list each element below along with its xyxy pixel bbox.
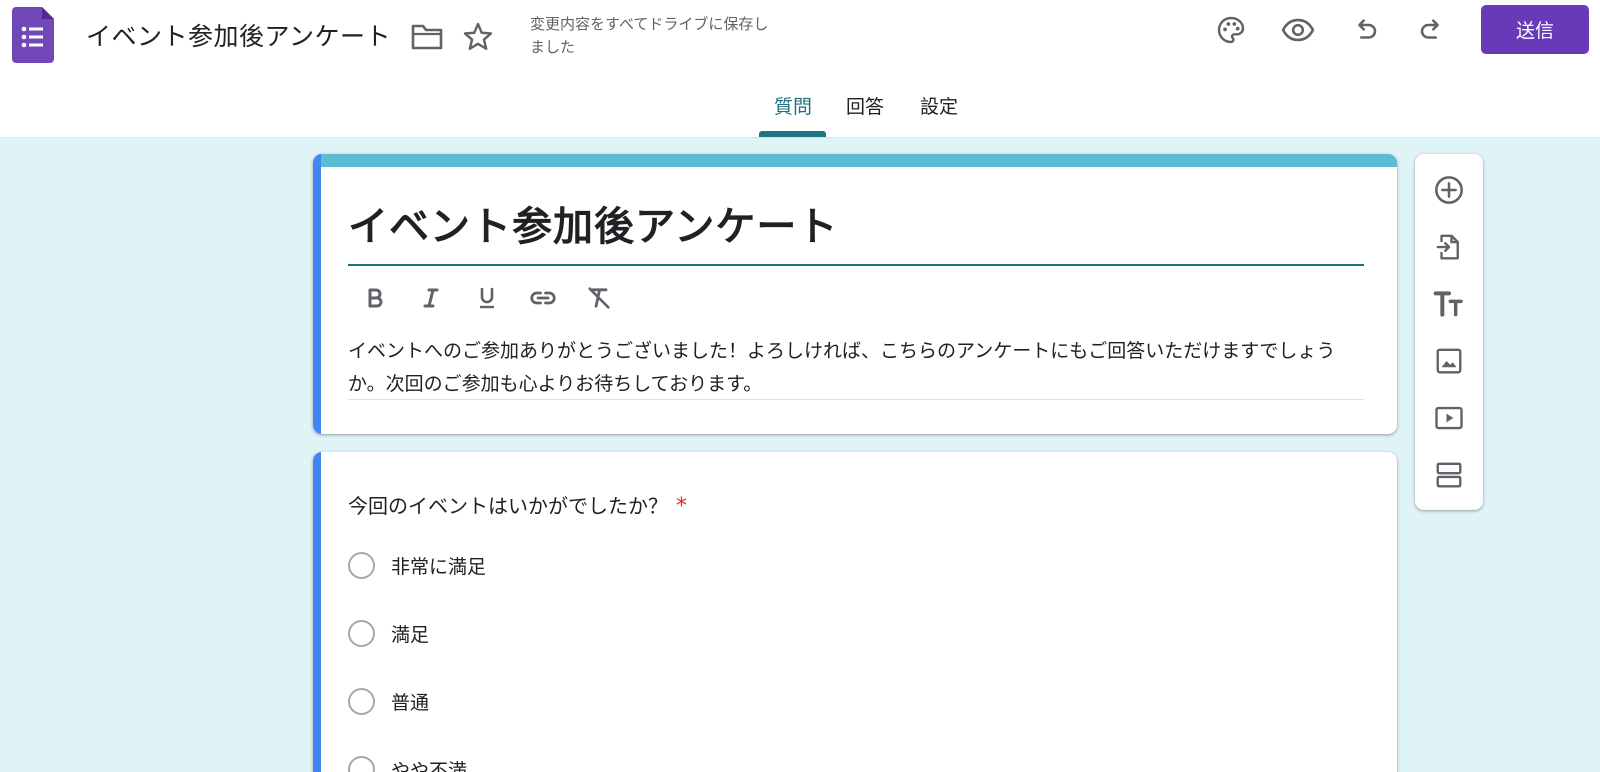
bold-icon[interactable] (353, 276, 397, 320)
text-icon[interactable] (1429, 284, 1469, 324)
document-title[interactable]: イベント参加後アンケート (86, 17, 391, 53)
active-tab-indicator (759, 131, 826, 137)
save-status: 変更内容をすべてドライブに保存しました (530, 15, 769, 56)
radio-button[interactable] (348, 619, 375, 647)
form-title-input[interactable]: イベント参加後アンケート (348, 194, 838, 252)
add-circle-icon[interactable] (1429, 170, 1469, 210)
link-icon[interactable] (521, 276, 565, 320)
video-icon[interactable] (1429, 398, 1469, 438)
palette-icon[interactable] (1213, 12, 1249, 48)
tab-responses[interactable]: 回答 (840, 92, 890, 138)
required-mark: * (676, 494, 687, 519)
title-underline (348, 264, 1364, 266)
side-toolbar (1415, 154, 1483, 510)
focus-indicator (313, 154, 321, 434)
form-header-card[interactable]: イベント参加後アンケート イベントへのご参加ありがとうございました！よろしければ… (313, 154, 1397, 434)
import-icon[interactable] (1429, 227, 1469, 267)
option-label: やや不満 (391, 759, 468, 772)
eye-icon[interactable] (1280, 12, 1316, 48)
italic-icon[interactable] (409, 276, 453, 320)
forms-logo-icon[interactable] (12, 7, 54, 63)
option-label: 非常に満足 (391, 555, 487, 578)
option-label: 普通 (391, 691, 430, 714)
section-icon[interactable] (1429, 455, 1469, 495)
send-button[interactable]: 送信 (1481, 5, 1589, 54)
question-indicator (313, 452, 321, 772)
image-icon[interactable] (1429, 341, 1469, 381)
description-underline (348, 399, 1364, 400)
redo-icon[interactable] (1414, 12, 1450, 48)
option-label: 満足 (391, 623, 430, 646)
radio-button[interactable] (348, 755, 375, 772)
question-card[interactable]: 今回のイベントはいかがでしたか？ * 非常に満足 満足 普通 やや不満 (313, 452, 1397, 772)
theme-stripe (313, 154, 1397, 167)
tab-settings[interactable]: 設定 (914, 92, 964, 138)
question-title-text: 今回のイベントはいかがでしたか？ (348, 494, 668, 518)
star-icon[interactable] (461, 20, 495, 54)
folder-icon[interactable] (410, 22, 444, 52)
option-row[interactable]: 満足 (348, 616, 429, 650)
option-row[interactable]: 非常に満足 (348, 548, 486, 582)
form-description-input[interactable]: イベントへのご参加ありがとうございました！よろしければ、こちらのアンケートにもご… (348, 335, 1364, 401)
radio-button[interactable] (348, 551, 375, 579)
clear-format-icon[interactable] (577, 276, 621, 320)
radio-button[interactable] (348, 687, 375, 715)
underline-icon[interactable] (465, 276, 509, 320)
question-title: 今回のイベントはいかがでしたか？ * (348, 490, 687, 519)
option-row[interactable]: やや不満 (348, 752, 467, 772)
option-row[interactable]: 普通 (348, 684, 429, 718)
undo-icon[interactable] (1347, 12, 1383, 48)
